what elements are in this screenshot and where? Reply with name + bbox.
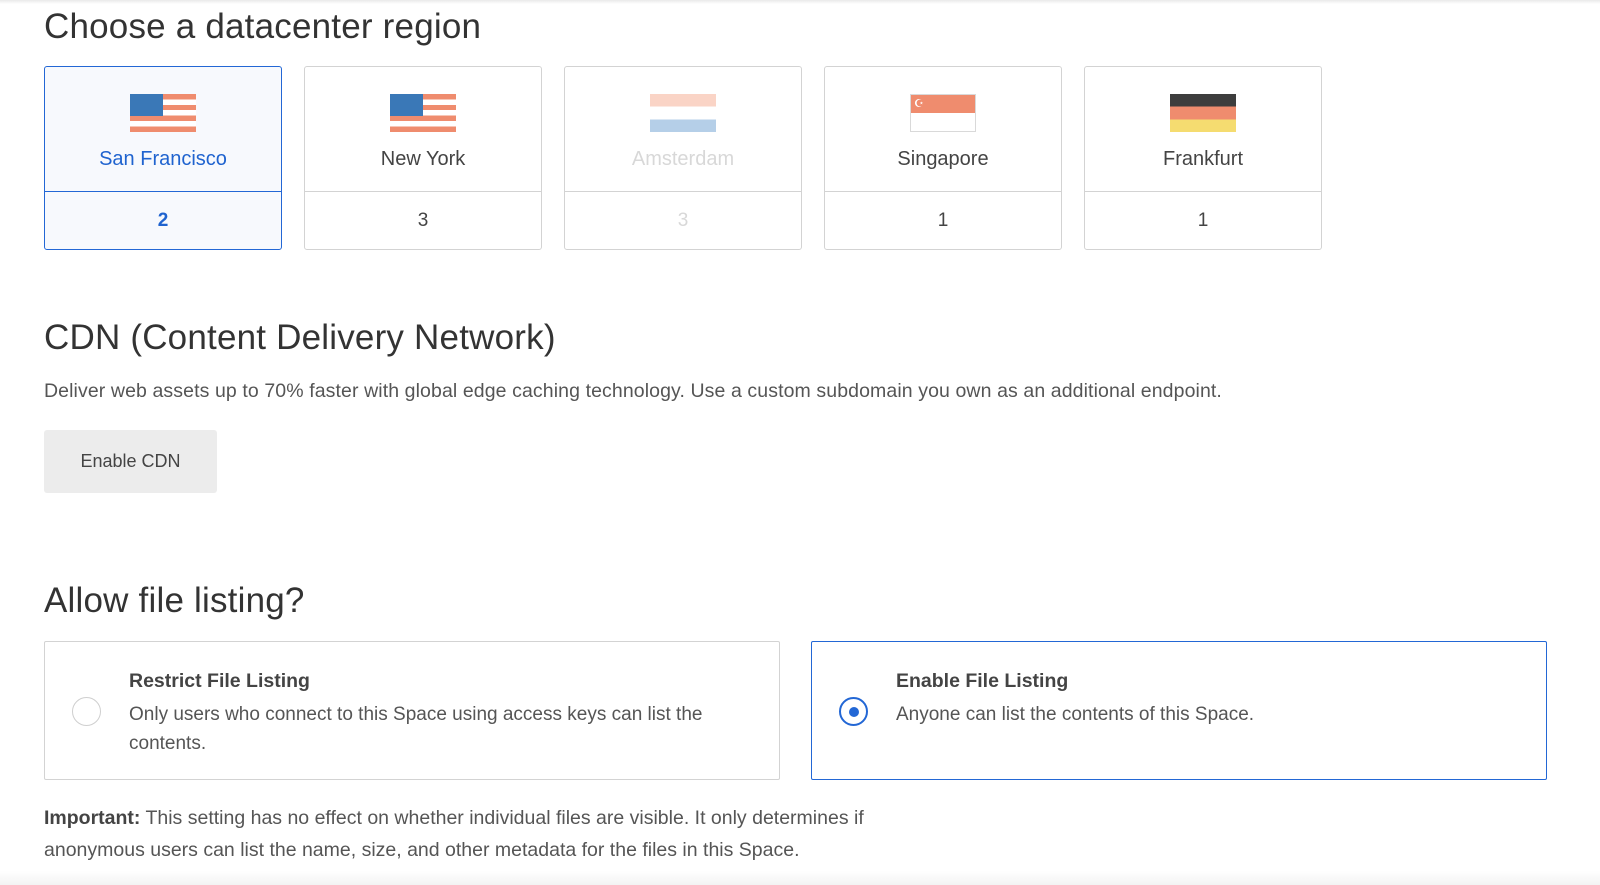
note-text: This setting has no effect on whether in…: [44, 807, 864, 861]
enable-file-listing-option[interactable]: Enable File Listing Anyone can list the …: [811, 641, 1547, 780]
file-listing-section-title: Allow file listing?: [44, 581, 305, 620]
bottom-fade: [0, 871, 1600, 885]
region-section-title: Choose a datacenter region: [44, 7, 482, 46]
region-name: Frankfurt: [1162, 148, 1244, 170]
cdn-description: Deliver web assets up to 70% faster with…: [44, 380, 1222, 402]
region-card-header: San Francisco: [45, 67, 281, 192]
top-shadow: [0, 0, 1600, 4]
region-card-frankfurt[interactable]: Frankfurt 1: [1084, 66, 1322, 250]
region-card-header: Frankfurt: [1085, 67, 1321, 192]
netherlands-flag-icon: [650, 94, 716, 132]
region-card-header: Amsterdam: [565, 67, 801, 192]
region-count: 3: [677, 209, 689, 231]
region-card-header: New York: [305, 67, 541, 192]
singapore-flag-icon: ☪: [910, 94, 976, 132]
region-count: 2: [157, 209, 169, 231]
file-listing-note: Important: This setting has no effect on…: [44, 802, 924, 866]
region-count: 3: [417, 209, 429, 231]
region-card-amsterdam: Amsterdam 3: [564, 66, 802, 250]
region-list: San Francisco 2 New York 3 Amsterdam 3 ☪…: [44, 66, 1322, 250]
region-name: San Francisco: [99, 148, 227, 170]
cdn-section-title: CDN (Content Delivery Network): [44, 318, 556, 357]
us-flag-icon: [390, 94, 456, 132]
option-description: Only users who connect to this Space usi…: [129, 704, 703, 754]
us-flag-icon: [130, 94, 196, 132]
region-count: 1: [1197, 209, 1209, 231]
option-description: Anyone can list the contents of this Spa…: [896, 704, 1255, 725]
region-card-header: ☪ Singapore: [825, 67, 1061, 192]
region-card-new-york[interactable]: New York 3: [304, 66, 542, 250]
region-name: Amsterdam: [631, 148, 735, 170]
enable-cdn-button[interactable]: Enable CDN: [44, 430, 217, 493]
option-title: Enable File Listing: [896, 670, 1069, 692]
enable-file-listing-radio[interactable]: [839, 697, 868, 726]
region-card-singapore[interactable]: ☪ Singapore 1: [824, 66, 1062, 250]
region-name: New York: [380, 148, 466, 170]
restrict-file-listing-radio[interactable]: [72, 697, 101, 726]
germany-flag-icon: [1170, 94, 1236, 132]
region-card-san-francisco[interactable]: San Francisco 2: [44, 66, 282, 250]
note-label: Important:: [44, 807, 141, 829]
restrict-file-listing-option[interactable]: Restrict File Listing Only users who con…: [44, 641, 780, 780]
region-count: 1: [937, 209, 949, 231]
region-name: Singapore: [897, 148, 989, 170]
option-title: Restrict File Listing: [129, 670, 310, 692]
